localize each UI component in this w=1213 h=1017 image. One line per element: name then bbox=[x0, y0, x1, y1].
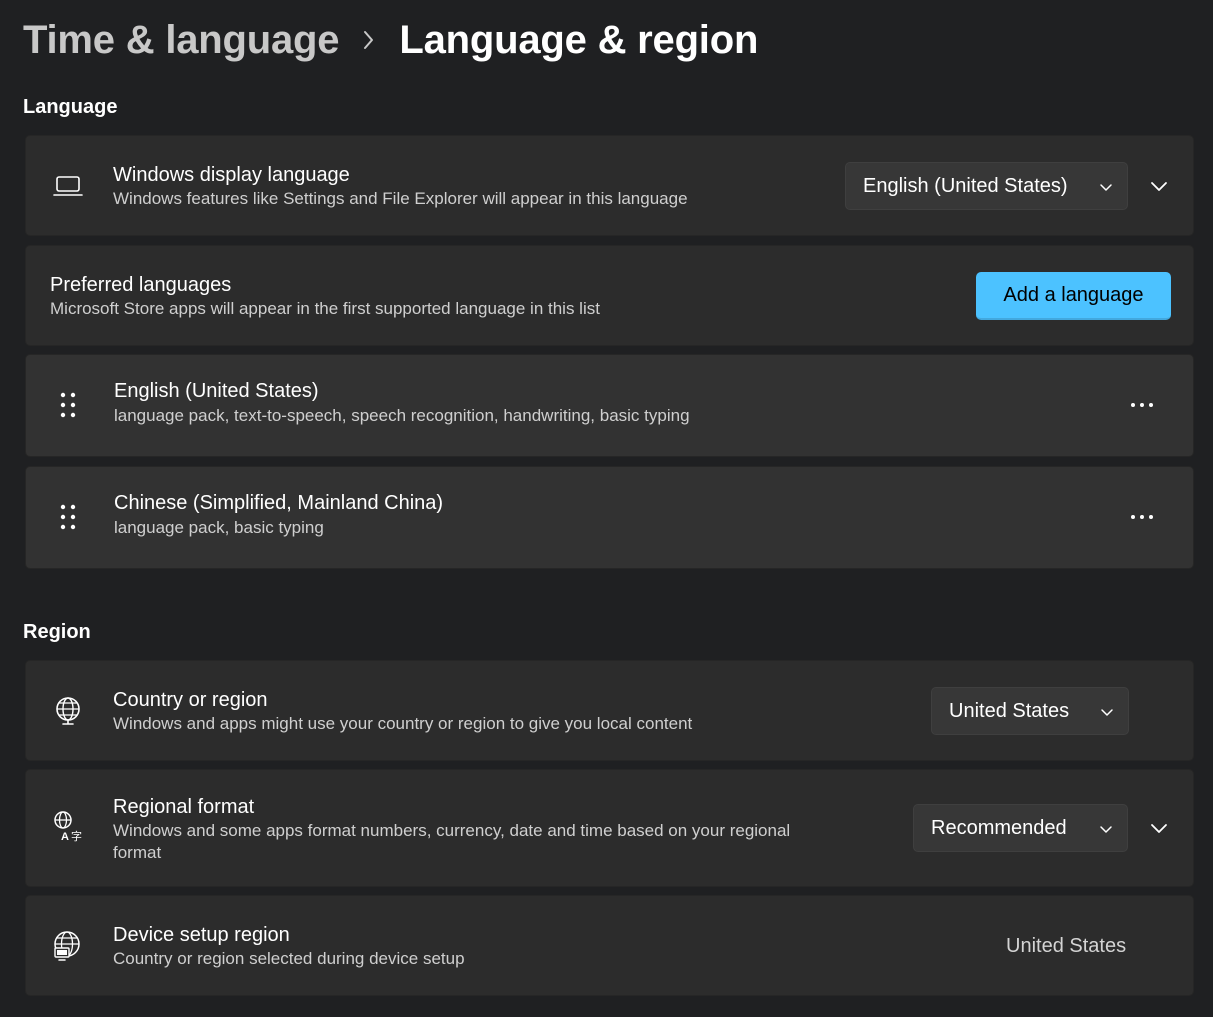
display-language-dropdown[interactable]: English (United States) bbox=[845, 162, 1128, 210]
country-region-title: Country or region bbox=[113, 689, 268, 711]
expand-chevron-icon[interactable] bbox=[1145, 814, 1173, 842]
regional-format-subtitle-line1: Windows and some apps format numbers, cu… bbox=[113, 821, 791, 840]
language-list-item[interactable]: Chinese (Simplified, Mainland China) lan… bbox=[25, 466, 1194, 569]
display-language-title: Windows display language bbox=[113, 164, 350, 186]
globe-icon bbox=[52, 695, 84, 727]
device-setup-region-text: Device setup region Country or region se… bbox=[113, 922, 465, 970]
page-title: Language & region bbox=[399, 17, 759, 62]
regional-format-subtitle-line2: format bbox=[113, 843, 162, 862]
display-language-card[interactable]: Windows display language Windows feature… bbox=[25, 135, 1194, 236]
country-region-dropdown[interactable]: United States bbox=[931, 687, 1129, 735]
language-item-features: language pack, text-to-speech, speech re… bbox=[114, 406, 690, 425]
regional-format-card[interactable]: A 字 Regional format Windows and some app… bbox=[25, 769, 1194, 887]
drag-handle-icon[interactable] bbox=[52, 501, 84, 533]
more-options-icon[interactable] bbox=[1126, 501, 1158, 533]
language-item-text: English (United States) language pack, t… bbox=[114, 378, 690, 427]
chevron-down-icon bbox=[1099, 175, 1113, 198]
svg-text:字: 字 bbox=[71, 829, 82, 842]
language-list-item[interactable]: English (United States) language pack, t… bbox=[25, 354, 1194, 457]
device-setup-region-value: United States bbox=[1006, 935, 1127, 957]
preferred-languages-subtitle: Microsoft Store apps will appear in the … bbox=[50, 299, 600, 318]
display-language-subtitle: Windows features like Settings and File … bbox=[113, 189, 688, 208]
language-section-title: Language bbox=[23, 96, 118, 118]
settings-page: Time & language Language & region Langua… bbox=[0, 0, 1213, 1017]
preferred-languages-title: Preferred languages bbox=[50, 274, 232, 296]
device-setup-region-title: Device setup region bbox=[113, 924, 290, 946]
region-section-title: Region bbox=[23, 621, 91, 643]
regional-format-selected: Recommended bbox=[931, 816, 1067, 839]
regional-format-dropdown[interactable]: Recommended bbox=[913, 804, 1128, 852]
chevron-down-icon bbox=[1099, 817, 1113, 840]
breadcrumb-parent-link[interactable]: Time & language bbox=[23, 18, 340, 63]
laptop-icon bbox=[52, 170, 84, 202]
language-item-name: Chinese (Simplified, Mainland China) bbox=[114, 492, 444, 514]
preferred-languages-text: Preferred languages Microsoft Store apps… bbox=[50, 272, 600, 320]
country-region-card: Country or region Windows and apps might… bbox=[25, 660, 1194, 761]
svg-text:A: A bbox=[61, 831, 69, 842]
language-item-name: English (United States) bbox=[114, 380, 319, 402]
add-language-button[interactable]: Add a language bbox=[976, 272, 1171, 320]
drag-handle-icon[interactable] bbox=[52, 389, 84, 421]
device-setup-region-subtitle: Country or region selected during device… bbox=[113, 949, 465, 968]
expand-chevron-icon[interactable] bbox=[1145, 172, 1173, 200]
language-item-text: Chinese (Simplified, Mainland China) lan… bbox=[114, 490, 443, 539]
language-format-icon: A 字 bbox=[52, 810, 84, 842]
display-language-selected: English (United States) bbox=[863, 174, 1068, 197]
device-setup-region-card: Device setup region Country or region se… bbox=[25, 895, 1194, 996]
regional-format-text: Regional format Windows and some apps fo… bbox=[113, 794, 790, 864]
display-language-text: Windows display language Windows feature… bbox=[113, 162, 688, 210]
preferred-languages-card: Preferred languages Microsoft Store apps… bbox=[25, 245, 1194, 346]
globe-computer-icon bbox=[52, 930, 84, 962]
more-options-icon[interactable] bbox=[1126, 389, 1158, 421]
country-region-text: Country or region Windows and apps might… bbox=[113, 687, 692, 735]
breadcrumb: Time & language Language & region bbox=[23, 14, 758, 66]
regional-format-title: Regional format bbox=[113, 796, 255, 818]
country-region-subtitle: Windows and apps might use your country … bbox=[113, 714, 693, 733]
country-region-selected: United States bbox=[949, 699, 1070, 722]
breadcrumb-chevron-icon bbox=[339, 29, 399, 51]
chevron-down-icon bbox=[1100, 700, 1114, 723]
language-item-features: language pack, basic typing bbox=[114, 518, 324, 537]
